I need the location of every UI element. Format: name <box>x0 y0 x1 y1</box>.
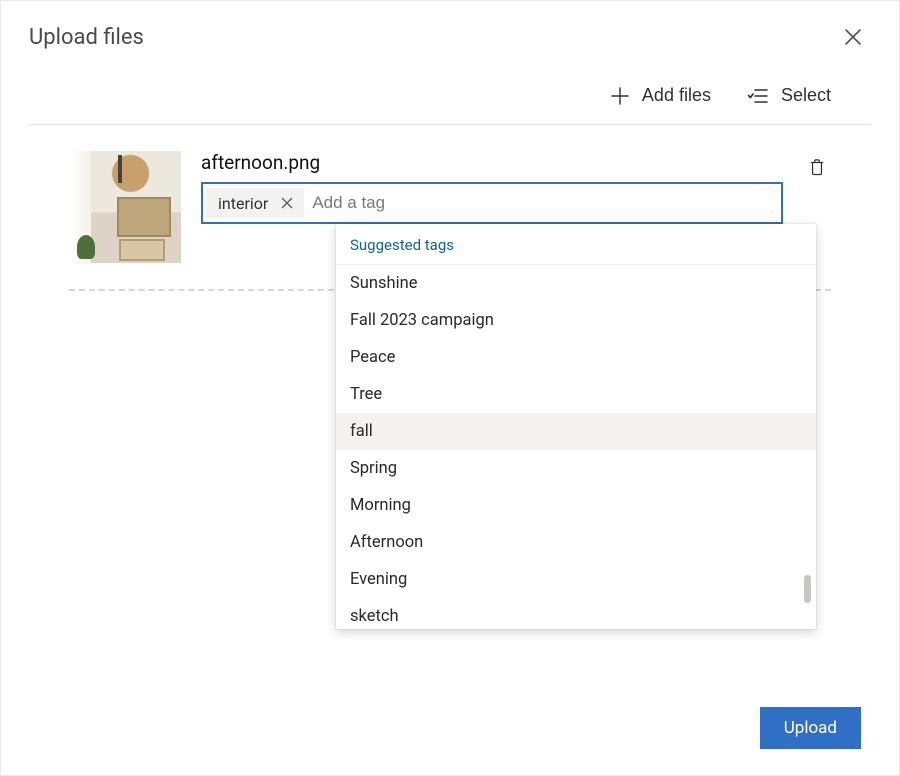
tag-chip-label: interior <box>218 194 268 213</box>
close-icon <box>844 28 862 46</box>
file-main: afternoon.png interior <box>201 151 783 224</box>
scrollbar-thumb[interactable] <box>804 575 811 603</box>
toolbar: Add files Select <box>29 55 871 125</box>
close-button[interactable] <box>835 19 871 55</box>
tag-chip: interior <box>206 188 304 218</box>
suggested-tag-item[interactable]: Spring <box>336 450 816 487</box>
select-list-icon <box>747 86 769 106</box>
suggested-tag-item[interactable]: Tree <box>336 376 816 413</box>
suggested-tag-item[interactable]: Peace <box>336 339 816 376</box>
remove-tag-button[interactable] <box>276 192 298 214</box>
select-button[interactable]: Select <box>747 85 831 106</box>
plus-icon <box>610 86 630 106</box>
tag-field[interactable]: interior <box>201 182 783 224</box>
select-label: Select <box>781 85 831 106</box>
dialog-footer: Upload <box>760 707 861 749</box>
suggested-tag-item[interactable]: fall <box>336 413 816 450</box>
suggested-tag-item[interactable]: Afternoon <box>336 524 816 561</box>
close-icon <box>281 197 293 209</box>
delete-file-button[interactable] <box>803 153 831 181</box>
tag-input[interactable] <box>304 184 781 222</box>
file-name: afternoon.png <box>201 151 783 174</box>
add-files-button[interactable]: Add files <box>610 85 711 106</box>
suggested-tags-header: Suggested tags <box>336 224 816 265</box>
suggested-tags-list: SunshineFall 2023 campaignPeaceTreefallS… <box>336 265 816 629</box>
suggested-tag-item[interactable]: sketch <box>336 598 816 629</box>
suggested-tag-item[interactable]: Fall 2023 campaign <box>336 302 816 339</box>
suggested-tag-item[interactable]: Sunshine <box>336 265 816 302</box>
suggested-tag-item[interactable]: Evening <box>336 561 816 598</box>
upload-button[interactable]: Upload <box>760 707 861 749</box>
dialog-header: Upload files <box>1 1 899 55</box>
dialog-title: Upload files <box>29 25 144 50</box>
suggested-tags-dropdown: Suggested tags SunshineFall 2023 campaig… <box>336 224 816 629</box>
trash-icon <box>809 157 825 177</box>
suggested-tag-item[interactable]: Morning <box>336 487 816 524</box>
file-thumbnail[interactable] <box>69 151 181 263</box>
add-files-label: Add files <box>642 85 711 106</box>
